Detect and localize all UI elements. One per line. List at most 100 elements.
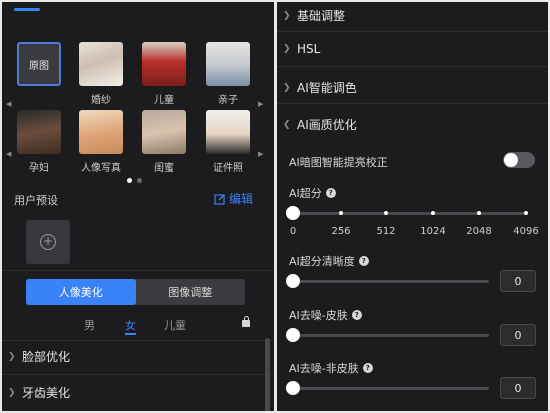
family-photo	[206, 42, 250, 86]
help-icon[interactable]: ?	[362, 363, 373, 373]
tick-label: 0	[289, 226, 297, 237]
label-text: AI超分清晰度	[289, 255, 355, 268]
scrollbar[interactable]	[265, 338, 270, 411]
chevron-right-icon: ❯	[8, 387, 16, 398]
maternity-photo	[17, 110, 61, 154]
carousel-next-icon[interactable]: ▶	[258, 100, 263, 108]
preset-label: 证件照	[213, 163, 243, 174]
children-photo	[142, 42, 186, 86]
preset-label: 儿童	[154, 95, 174, 106]
denoise-nonskin-slider[interactable]	[291, 387, 489, 390]
tick-label: 256	[331, 226, 351, 237]
wedding-photo	[79, 42, 123, 86]
denoise-skin-slider-thumb[interactable]	[286, 328, 300, 342]
divider	[277, 66, 548, 67]
super-res-clarity-slider-thumb[interactable]	[286, 274, 300, 288]
tab-portrait-beauty[interactable]: 人像美化	[26, 279, 136, 305]
tab-female[interactable]: 女	[125, 317, 136, 333]
chevron-down-icon: ❮	[283, 119, 291, 130]
divider	[2, 374, 274, 375]
left-panel: ◀ ▶ ◀ ▶ 原图 婚纱 儿童 亲子 孕妇 人像写真 闺蜜 证件照 用户预设 …	[2, 2, 274, 411]
tab-child[interactable]: 儿童	[164, 317, 186, 333]
carousel-next-icon[interactable]: ▶	[258, 150, 263, 158]
add-icon: +	[40, 234, 56, 250]
label-text: AI去噪-皮肤	[289, 309, 348, 322]
preset-label: 闺蜜	[154, 163, 174, 174]
original-tile: 原图	[17, 42, 61, 86]
denoise-nonskin-label: AI去噪-非皮肤 ?	[289, 360, 373, 376]
section-label: 基础调整	[297, 9, 346, 23]
section-face[interactable]: ❯ 脸部优化	[8, 348, 70, 365]
chevron-right-icon: ❯	[283, 10, 291, 21]
dark-correction-label: AI暗图智能提亮校正	[289, 154, 388, 170]
label-text: AI暗图智能提亮校正	[289, 156, 388, 169]
tab-male[interactable]: 男	[84, 317, 95, 333]
add-preset-button[interactable]: +	[26, 220, 70, 264]
denoise-skin-value[interactable]: 0	[500, 324, 536, 346]
preset-portrait[interactable]: 人像写真	[79, 110, 123, 174]
carousel-prev-icon[interactable]: ◀	[6, 100, 11, 108]
label-text: AI去噪-非皮肤	[289, 362, 359, 375]
section-label: 牙齿美化	[22, 386, 71, 400]
right-panel: ❯ 基础调整 ❯ HSL ❯ AI智能调色 ❮ AI画质优化 AI暗图智能提亮校…	[277, 2, 548, 411]
section-label: HSL	[297, 42, 321, 56]
super-res-clarity-slider[interactable]	[291, 280, 489, 283]
label-text: AI超分	[289, 187, 322, 200]
preset-children[interactable]: 儿童	[142, 42, 186, 106]
tab-image-adjust[interactable]: 图像调整	[136, 279, 246, 305]
lock-icon[interactable]	[242, 316, 250, 327]
preset-label: 婚纱	[91, 95, 111, 106]
chevron-right-icon: ❯	[283, 44, 291, 54]
help-icon[interactable]: ?	[325, 188, 336, 198]
chevron-right-icon: ❯	[283, 82, 291, 93]
slider-tick	[477, 211, 481, 215]
denoise-nonskin-value[interactable]: 0	[500, 377, 536, 399]
divider	[277, 103, 548, 104]
section-label: AI智能调色	[297, 81, 357, 95]
portrait-photo	[79, 110, 123, 154]
edit-button[interactable]: 编辑	[214, 190, 253, 207]
tick-label: 4096	[513, 226, 539, 237]
tab-underline	[125, 333, 136, 335]
section-label: 脸部优化	[22, 350, 71, 364]
divider	[2, 270, 274, 271]
preset-original[interactable]: 原图	[17, 42, 61, 86]
denoise-skin-slider[interactable]	[291, 334, 489, 337]
slider-tick	[431, 211, 435, 215]
denoise-skin-label: AI去噪-皮肤 ?	[289, 307, 362, 323]
super-res-clarity-value[interactable]: 0	[500, 270, 536, 292]
carousel-prev-icon[interactable]: ◀	[6, 150, 11, 158]
section-teeth[interactable]: ❯ 牙齿美化	[8, 384, 70, 401]
preset-maternity[interactable]: 孕妇	[17, 110, 61, 174]
preset-label: 人像写真	[81, 163, 121, 174]
section-ai-quality[interactable]: ❮ AI画质优化	[283, 116, 357, 133]
preset-wedding[interactable]: 婚纱	[79, 42, 123, 106]
section-label: AI画质优化	[297, 118, 357, 132]
slider-tick	[384, 211, 388, 215]
preset-girlfriends[interactable]: 闺蜜	[142, 110, 186, 174]
page-dot-active[interactable]	[127, 178, 132, 183]
section-basic[interactable]: ❯ 基础调整	[283, 7, 345, 24]
help-icon[interactable]: ?	[351, 310, 362, 320]
super-res-slider[interactable]	[291, 212, 527, 215]
help-icon[interactable]: ?	[358, 256, 369, 266]
super-res-clarity-label: AI超分清晰度 ?	[289, 253, 369, 269]
preset-family[interactable]: 亲子	[206, 42, 250, 106]
section-hsl[interactable]: ❯ HSL	[283, 42, 320, 56]
slider-tick	[339, 211, 343, 215]
user-presets-title: 用户预设	[14, 194, 58, 207]
dark-correction-toggle[interactable]	[503, 152, 535, 168]
super-res-slider-thumb[interactable]	[286, 206, 300, 220]
page-dot[interactable]	[137, 178, 142, 183]
tick-label: 512	[376, 226, 396, 237]
divider	[2, 340, 274, 341]
denoise-nonskin-slider-thumb[interactable]	[286, 381, 300, 395]
section-ai-color[interactable]: ❯ AI智能调色	[283, 79, 357, 96]
preset-label: 孕妇	[29, 163, 49, 174]
id-photo	[206, 110, 250, 154]
preset-id[interactable]: 证件照	[206, 110, 250, 174]
tick-label: 1024	[420, 226, 446, 237]
mode-tabs: 人像美化 图像调整	[26, 279, 245, 305]
girlfriends-photo	[142, 110, 186, 154]
divider	[277, 31, 548, 32]
